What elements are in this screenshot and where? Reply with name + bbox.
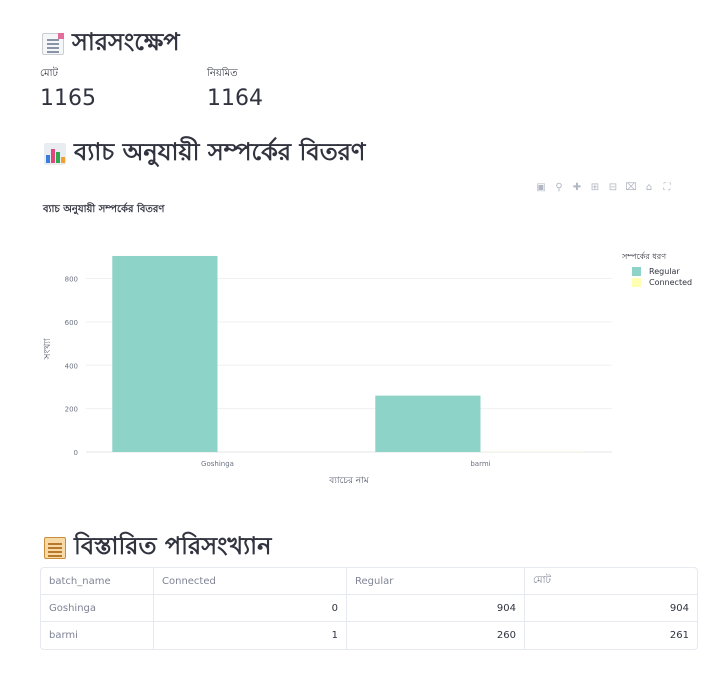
fullscreen-icon[interactable]: ⛶: [661, 181, 673, 193]
stats-table[interactable]: batch_name Connected Regular মোট Goshing…: [40, 567, 698, 650]
camera-icon[interactable]: ▣: [535, 181, 547, 193]
clipboard-icon: [44, 537, 66, 559]
cell-batch-name[interactable]: Goshinga: [41, 595, 154, 621]
table-header-row: batch_name Connected Regular মোট: [41, 568, 697, 595]
y-tick-label: 600: [65, 319, 78, 327]
cell-regular[interactable]: 904: [347, 595, 525, 621]
home-icon[interactable]: ⌂: [643, 181, 655, 193]
table-row[interactable]: Goshinga 0 904 904: [41, 595, 697, 622]
pan-icon[interactable]: ✚: [571, 181, 583, 193]
chart-modebar: ▣ ⚲ ✚ ⊞ ⊟ ⌧ ⌂ ⛶: [535, 181, 673, 193]
metric-total-value: 1165: [40, 86, 96, 111]
column-header-regular[interactable]: Regular: [347, 568, 525, 594]
zoom-out-icon[interactable]: ⊟: [607, 181, 619, 193]
y-axis-label: সংখ্যা: [43, 338, 53, 360]
details-heading: বিস্তারিত পরিসংখ্যান: [44, 528, 271, 568]
chart-legend: সম্পর্কের ধরণ Regular Connected: [622, 251, 692, 289]
summary-heading: সারসংক্ষেপ: [42, 24, 180, 64]
distribution-heading-text: ব্যাচ অনুযায়ী সম্পর্কের বিতরণ: [74, 138, 366, 166]
column-header-connected[interactable]: Connected: [154, 568, 347, 594]
column-header-batch-name[interactable]: batch_name: [41, 568, 154, 594]
cell-batch-name[interactable]: barmi: [41, 622, 154, 649]
cell-regular[interactable]: 260: [347, 622, 525, 649]
legend-item-regular[interactable]: Regular: [622, 267, 692, 276]
metric-regular-value: 1164: [207, 86, 263, 111]
autoscale-icon[interactable]: ⌧: [625, 181, 637, 193]
x-tick-label: barmi: [470, 460, 490, 468]
y-tick-label: 0: [74, 449, 78, 457]
column-header-total[interactable]: মোট: [525, 568, 697, 594]
table-row[interactable]: barmi 1 260 261: [41, 622, 697, 649]
zoom-in-icon[interactable]: ⊞: [589, 181, 601, 193]
y-tick-label: 200: [65, 406, 78, 414]
legend-swatch-connected: [632, 278, 641, 287]
cell-total[interactable]: 261: [525, 622, 697, 649]
bar-chart-icon: [44, 143, 66, 165]
legend-label-connected: Connected: [649, 278, 693, 287]
x-tick-label: Goshinga: [201, 460, 234, 468]
cell-connected[interactable]: 1: [154, 622, 347, 649]
legend-title: সম্পর্কের ধরণ: [622, 252, 667, 261]
summary-heading-text: সারসংক্ষেপ: [72, 28, 180, 56]
legend-swatch-regular: [632, 267, 641, 276]
page-facing-up-icon: [42, 33, 64, 55]
zoom-icon[interactable]: ⚲: [553, 181, 565, 193]
distribution-heading: ব্যাচ অনুযায়ী সম্পর্কের বিতরণ: [44, 134, 365, 174]
y-tick-label: 400: [65, 362, 78, 370]
cell-total[interactable]: 904: [525, 595, 697, 621]
chart-title: ব্যাচ অনুযায়ী সম্পর্কের বিতরণ: [43, 204, 165, 215]
details-heading-text: বিস্তারিত পরিসংখ্যান: [74, 532, 272, 560]
metric-regular-label: নিয়মিত: [207, 68, 238, 79]
y-tick-label: 800: [65, 276, 78, 284]
cell-connected[interactable]: 0: [154, 595, 347, 621]
x-axis-label: ব্যাচের নাম: [328, 476, 369, 486]
metric-total-label: মোট: [40, 68, 58, 79]
legend-label-regular: Regular: [649, 267, 680, 276]
bar-regular-barmi: [375, 395, 481, 452]
bar-regular-goshinga: [112, 255, 218, 452]
legend-item-connected[interactable]: Connected: [622, 278, 692, 287]
